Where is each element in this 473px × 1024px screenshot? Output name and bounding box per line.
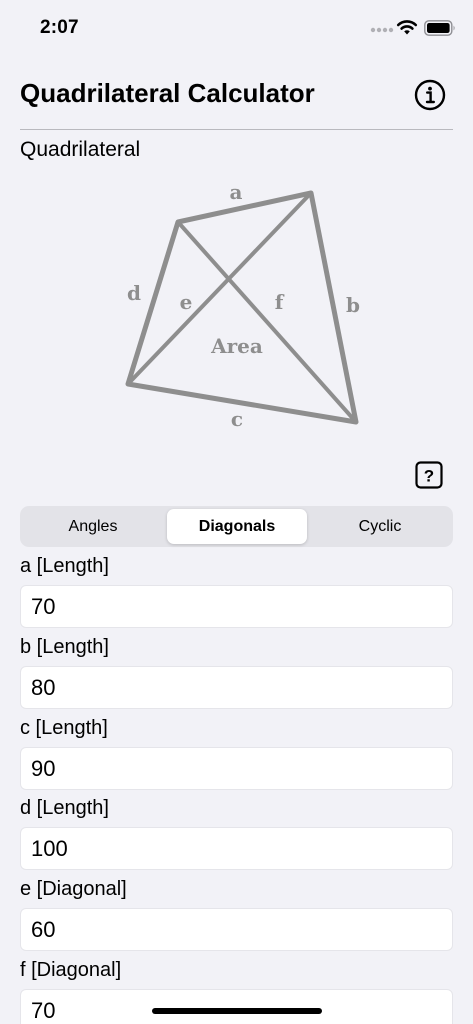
battery-icon [424, 20, 455, 36]
home-indicator[interactable] [152, 1008, 322, 1014]
header-divider [20, 129, 453, 130]
length-d-input[interactable] [20, 827, 453, 870]
field-label-a: a [Length] [20, 555, 109, 577]
mode-segmented-control: Angles Diagonals Cyclic [20, 506, 453, 547]
wifi-icon [396, 20, 418, 35]
quadrilateral-diagram: a b c d e f Area [125, 180, 360, 431]
length-c-input[interactable] [20, 747, 453, 790]
diagonal-e-input[interactable] [20, 908, 453, 951]
diagonal-f-input[interactable] [20, 989, 453, 1024]
status-bar: 2:07 [0, 0, 473, 56]
page-title: Quadrilateral Calculator [20, 78, 315, 108]
label-a: a [230, 180, 243, 204]
field-label-e: e [Diagonal] [20, 878, 127, 900]
diagonal-f [176, 220, 358, 424]
length-b-input[interactable] [20, 666, 453, 709]
status-time: 2:07 [40, 17, 79, 38]
app-screen: 2:07 Quadrilateral Calculator Quadrilate… [0, 0, 473, 1024]
segment-cyclic[interactable]: Cyclic [310, 509, 450, 544]
field-label-d: d [Length] [20, 797, 109, 819]
label-c: c [231, 407, 243, 431]
signal-dots-icon [370, 27, 394, 33]
field-label-c: c [Length] [20, 717, 108, 739]
label-area: Area [210, 334, 263, 358]
label-b: b [346, 293, 360, 317]
field-label-b: b [Length] [20, 636, 109, 658]
label-e: e [180, 290, 193, 314]
info-circle-icon[interactable] [414, 79, 446, 111]
quadrilateral-shape [125, 190, 359, 425]
segment-diagonals[interactable]: Diagonals [167, 509, 307, 544]
length-a-input[interactable] [20, 585, 453, 628]
field-label-f: f [Diagonal] [20, 959, 122, 981]
section-title: Quadrilateral [20, 138, 141, 161]
segment-angles[interactable]: Angles [23, 509, 163, 544]
label-d: d [127, 281, 141, 305]
help-icon[interactable]: ? [415, 461, 443, 489]
help-icon-glyph: ? [424, 467, 434, 486]
label-f: f [275, 290, 285, 314]
